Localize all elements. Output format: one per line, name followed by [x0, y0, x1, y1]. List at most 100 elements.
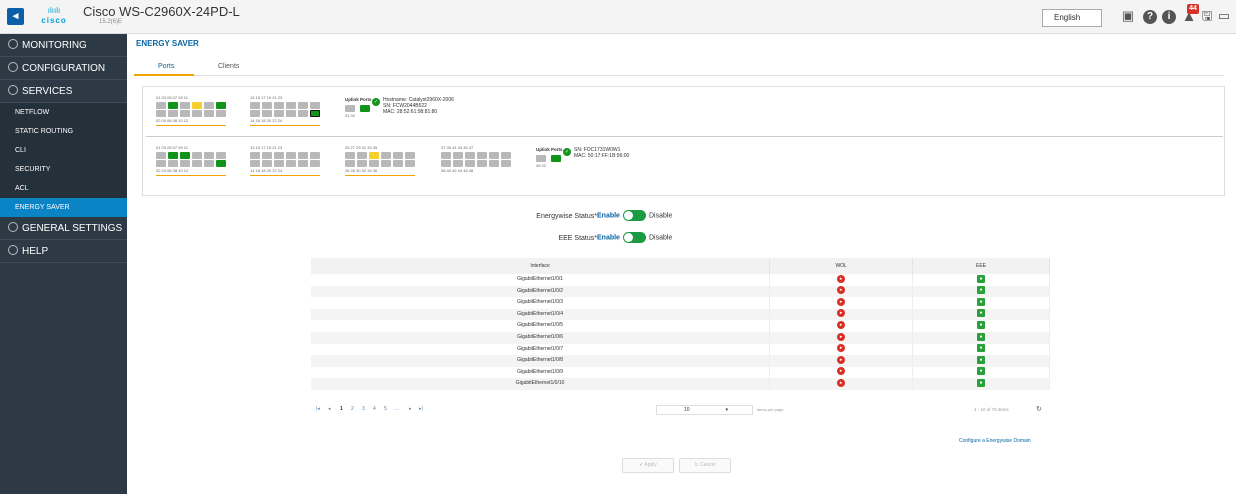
- port[interactable]: [453, 160, 463, 167]
- page-link[interactable]: ...: [395, 406, 399, 412]
- port[interactable]: [298, 160, 308, 167]
- port[interactable]: [357, 160, 367, 167]
- page-link[interactable]: 4: [373, 406, 376, 412]
- wol-disabled-icon[interactable]: ▸: [837, 332, 846, 341]
- port[interactable]: [180, 110, 190, 117]
- port[interactable]: [441, 160, 451, 167]
- nav-configuration[interactable]: CONFIGURATION: [0, 57, 127, 80]
- column-header-interface[interactable]: Interface: [311, 258, 771, 274]
- monitor-icon[interactable]: ▭: [1216, 8, 1232, 24]
- wol-disabled-icon[interactable]: ▸: [837, 274, 846, 283]
- port[interactable]: [310, 152, 320, 159]
- last-page-button[interactable]: ▸|: [419, 406, 423, 412]
- port[interactable]: [489, 152, 499, 159]
- port[interactable]: [381, 152, 391, 159]
- prev-page-button[interactable]: ◂: [328, 406, 331, 412]
- port[interactable]: [274, 102, 284, 109]
- wol-disabled-icon[interactable]: ▸: [837, 379, 846, 388]
- port[interactable]: [274, 152, 284, 159]
- port[interactable]: [216, 102, 226, 109]
- port[interactable]: [262, 152, 272, 159]
- column-header-eee[interactable]: EEE: [912, 258, 1050, 274]
- nav-help[interactable]: HELP: [0, 240, 127, 263]
- port[interactable]: [405, 152, 415, 159]
- save-config-icon[interactable]: ▣: [1120, 8, 1136, 24]
- eee-enabled-icon[interactable]: ●: [977, 309, 986, 318]
- nav-services[interactable]: SERVICES: [0, 80, 127, 103]
- port[interactable]: [465, 160, 475, 167]
- sidebar-item-cli[interactable]: CLI: [0, 141, 127, 160]
- port[interactable]: [192, 102, 202, 109]
- port[interactable]: [477, 152, 487, 159]
- save-icon[interactable]: 🖫: [1199, 8, 1215, 24]
- wol-disabled-icon[interactable]: ▸: [837, 309, 846, 318]
- eee-enabled-icon[interactable]: ●: [977, 367, 986, 376]
- port[interactable]: [250, 102, 260, 109]
- port[interactable]: [453, 152, 463, 159]
- port[interactable]: [274, 110, 284, 117]
- port[interactable]: [216, 160, 226, 167]
- sidebar-item-netflow[interactable]: NETFLOW: [0, 103, 127, 122]
- port[interactable]: [204, 160, 214, 167]
- port[interactable]: [345, 160, 355, 167]
- port[interactable]: [298, 110, 308, 117]
- sidebar-item-energy-saver[interactable]: ENERGY SAVER: [0, 198, 127, 217]
- port[interactable]: [393, 160, 403, 167]
- wol-disabled-icon[interactable]: ▸: [837, 321, 846, 330]
- wol-disabled-icon[interactable]: ▸: [837, 344, 846, 353]
- port[interactable]: [501, 160, 511, 167]
- port[interactable]: [156, 102, 166, 109]
- port[interactable]: [156, 110, 166, 117]
- page-link[interactable]: 1: [340, 406, 343, 412]
- port[interactable]: [274, 160, 284, 167]
- eee-enabled-icon[interactable]: ●: [977, 297, 986, 306]
- eee-toggle[interactable]: Enable Disable: [597, 232, 672, 243]
- port[interactable]: [477, 160, 487, 167]
- port[interactable]: [156, 152, 166, 159]
- back-arrow-icon[interactable]: ◂: [7, 8, 24, 25]
- energywise-toggle[interactable]: Enable Disable: [597, 210, 672, 221]
- port[interactable]: [286, 152, 296, 159]
- page-link[interactable]: 5: [384, 406, 387, 412]
- port[interactable]: [298, 152, 308, 159]
- eee-enabled-icon[interactable]: ●: [977, 321, 986, 330]
- port[interactable]: [501, 152, 511, 159]
- port[interactable]: [360, 105, 370, 112]
- info-icon[interactable]: i: [1162, 10, 1176, 24]
- port[interactable]: [345, 105, 355, 112]
- tab-ports[interactable]: Ports: [158, 63, 174, 70]
- port[interactable]: [168, 110, 178, 117]
- port[interactable]: [180, 152, 190, 159]
- language-select[interactable]: English: [1042, 9, 1102, 27]
- port[interactable]: [192, 110, 202, 117]
- port[interactable]: [357, 152, 367, 159]
- eee-enabled-icon[interactable]: ●: [977, 344, 986, 353]
- port[interactable]: [551, 155, 561, 162]
- first-page-button[interactable]: |◂: [316, 406, 320, 412]
- cancel-button[interactable]: ↻ Cancel: [679, 458, 731, 473]
- port[interactable]: [286, 102, 296, 109]
- port[interactable]: [156, 160, 166, 167]
- sidebar-item-acl[interactable]: ACL: [0, 179, 127, 198]
- port[interactable]: [262, 110, 272, 117]
- port[interactable]: [310, 160, 320, 167]
- port[interactable]: [168, 160, 178, 167]
- port[interactable]: [369, 160, 379, 167]
- port[interactable]: [298, 102, 308, 109]
- nav-general-settings[interactable]: GENERAL SETTINGS: [0, 217, 127, 240]
- port[interactable]: [204, 110, 214, 117]
- port[interactable]: [192, 152, 202, 159]
- port[interactable]: [441, 152, 451, 159]
- wol-disabled-icon[interactable]: ▸: [837, 355, 846, 364]
- wol-disabled-icon[interactable]: ▸: [837, 297, 846, 306]
- port[interactable]: [405, 160, 415, 167]
- column-header-wol[interactable]: WOL: [769, 258, 914, 274]
- port[interactable]: [381, 160, 391, 167]
- port[interactable]: [250, 160, 260, 167]
- port[interactable]: [286, 160, 296, 167]
- port[interactable]: [204, 152, 214, 159]
- eee-enabled-icon[interactable]: ●: [977, 286, 986, 295]
- port[interactable]: [216, 110, 226, 117]
- refresh-icon[interactable]: ↻: [1036, 405, 1042, 413]
- port[interactable]: [310, 102, 320, 109]
